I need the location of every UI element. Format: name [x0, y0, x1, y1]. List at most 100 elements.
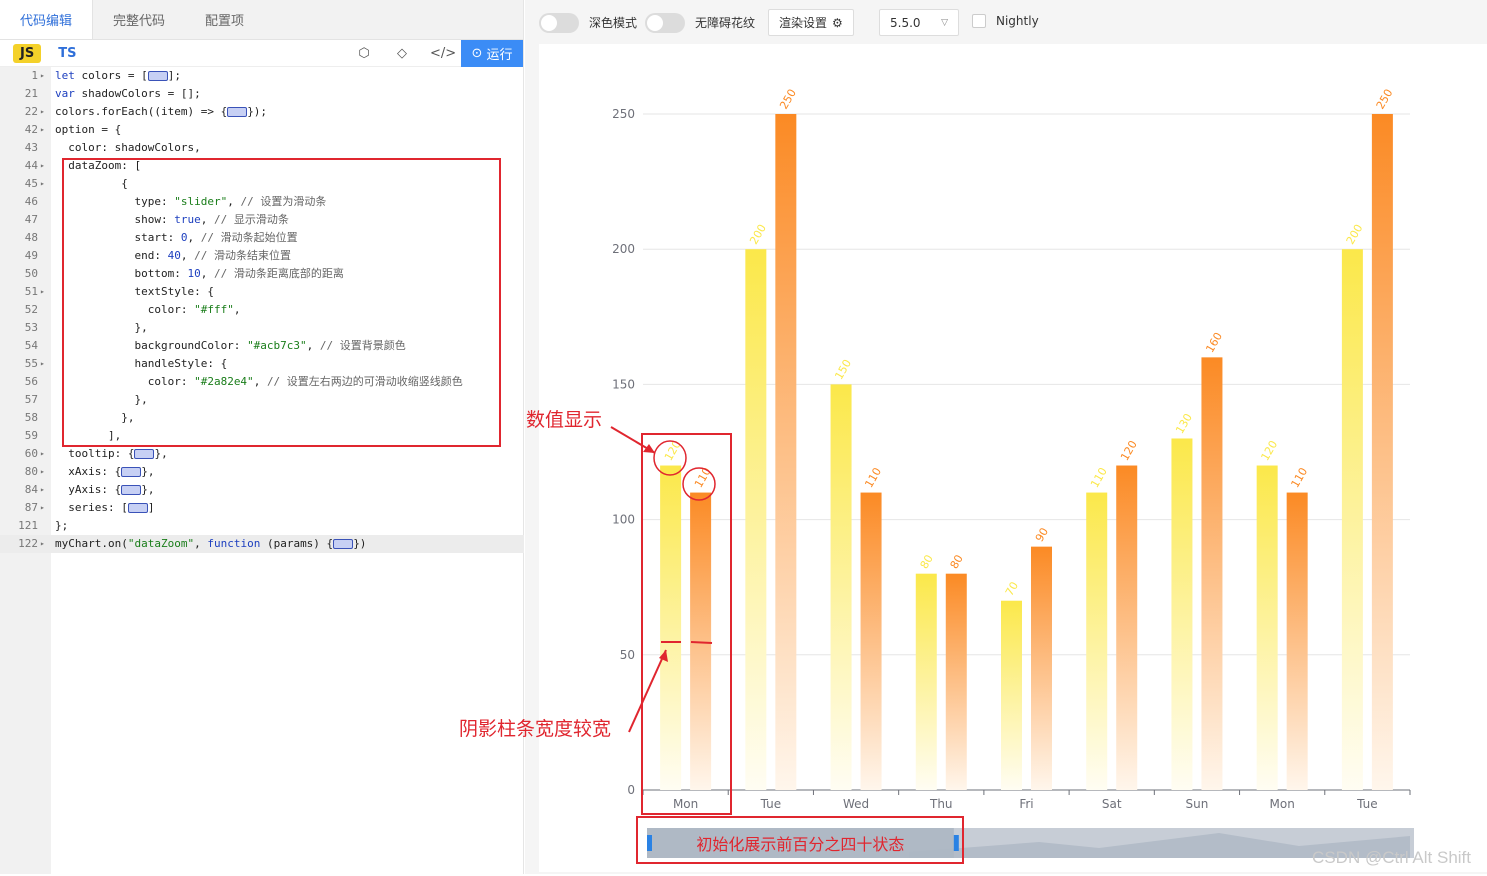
- line-number: 59: [24, 429, 38, 442]
- line-number: 43: [24, 141, 38, 154]
- fold-arrow-icon[interactable]: ▸: [40, 499, 45, 517]
- code-icon[interactable]: </>: [430, 44, 456, 64]
- preview-toolbar: 深色模式 无障碍花纹 渲染设置 ⚙ 5.5.0 ▽ Nightly: [525, 0, 1487, 44]
- codepen-icon[interactable]: ⬡: [354, 44, 374, 64]
- chart-card: 0 50 100 150 200 250 Mon 120 110 Tue 200 250 Wed 150 1…: [539, 44, 1487, 872]
- bar-value-label: 120: [1118, 438, 1140, 463]
- fold-arrow-icon[interactable]: ▸: [40, 175, 45, 193]
- fold-arrow-icon[interactable]: ▸: [40, 355, 45, 373]
- line-number: 122: [18, 537, 38, 550]
- code-text: color: shadowColors,: [55, 141, 201, 154]
- bar: [1371, 114, 1393, 790]
- code-editor-pane: 代码编辑 完整代码 配置项 JS TS ⬡ ◇ </> ⊙ 运行 1 ▸ let c…: [0, 0, 524, 874]
- accessible-pattern-toggle[interactable]: [645, 13, 685, 33]
- bar-chart[interactable]: 0 50 100 150 200 250 Mon 120 110 Tue 200 250 Wed 150 1…: [539, 44, 1487, 872]
- bar: [1001, 600, 1022, 790]
- fold-arrow-icon[interactable]: ▸: [40, 103, 45, 121]
- line-number: 42: [24, 123, 38, 136]
- fold-arrow-icon[interactable]: ▸: [40, 283, 45, 301]
- bar-value-label: 110: [1088, 465, 1110, 490]
- line-number: 121: [18, 519, 38, 532]
- y-tick-label: 50: [620, 648, 635, 662]
- bar-value-label: 80: [918, 553, 936, 572]
- code-line[interactable]: 80 ▸ xAxis: {},: [0, 463, 524, 481]
- y-tick-label: 150: [612, 377, 635, 391]
- bar-value-label: 160: [1203, 330, 1225, 355]
- code-text: option = {: [55, 123, 122, 136]
- code-text: xAxis: {},: [55, 465, 155, 478]
- line-number: 49: [24, 249, 38, 262]
- run-button[interactable]: ⊙ 运行: [461, 40, 523, 67]
- width-mark: [690, 641, 713, 644]
- bar-value-label: 80: [948, 553, 966, 572]
- y-tick-label: 100: [612, 513, 635, 527]
- accessible-pattern-label: 无障碍花纹: [695, 16, 756, 30]
- editor-toolbar: JS TS ⬡ ◇ </> ⊙ 运行: [0, 40, 523, 67]
- code-text: var shadowColors = [];: [55, 87, 201, 100]
- code-line[interactable]: 22 ▸ colors.forEach((item) => {});: [0, 103, 524, 121]
- code-line[interactable]: 87 ▸ series: []: [0, 499, 524, 517]
- line-number: 87: [24, 501, 38, 514]
- bar-value-label: 110: [1289, 465, 1311, 490]
- annotation-shadow-width: 阴影柱条宽度较宽: [459, 718, 612, 740]
- version-select[interactable]: 5.5.0 ▽: [879, 9, 959, 36]
- datazoom-right-handle: [953, 835, 959, 851]
- bar: [915, 573, 937, 790]
- dark-mode-label: 深色模式: [589, 16, 638, 30]
- bar-value-label: 150: [832, 357, 854, 382]
- fold-arrow-icon[interactable]: ▸: [40, 121, 45, 139]
- code-line[interactable]: 60 ▸ tooltip: {},: [0, 445, 524, 463]
- line-number: 1: [31, 69, 38, 82]
- arrow-head: [643, 444, 655, 453]
- y-tick-label: 0: [627, 783, 635, 797]
- code-text: series: []: [55, 501, 155, 514]
- tab-config[interactable]: 配置项: [185, 0, 264, 39]
- line-number: 48: [24, 231, 38, 244]
- dark-mode-toggle[interactable]: [539, 13, 579, 33]
- code-line[interactable]: 1 ▸ let colors = [];: [0, 67, 524, 85]
- bar: [1086, 492, 1108, 790]
- line-number: 55: [24, 357, 38, 370]
- x-tick-label: Mon: [1270, 797, 1295, 811]
- line-number: 21: [24, 87, 38, 100]
- code-line[interactable]: 121};: [0, 517, 524, 535]
- code-line[interactable]: 43 color: shadowColors,: [0, 139, 524, 157]
- tab-code-edit[interactable]: 代码编辑: [0, 0, 94, 39]
- ts-toggle[interactable]: TS: [51, 44, 83, 63]
- bar: [830, 384, 852, 790]
- line-number: 57: [24, 393, 38, 406]
- line-number: 45: [24, 177, 38, 190]
- codesandbox-icon[interactable]: ◇: [392, 44, 412, 64]
- line-number: 46: [24, 195, 38, 208]
- code-line[interactable]: 42 ▸ option = {: [0, 121, 524, 139]
- js-toggle[interactable]: JS: [13, 43, 42, 63]
- line-number: 60: [24, 447, 38, 460]
- run-label: 运行: [486, 48, 513, 63]
- code-line[interactable]: 84 ▸ yAxis: {},: [0, 481, 524, 499]
- fold-arrow-icon[interactable]: ▸: [40, 463, 45, 481]
- code-text: tooltip: {},: [55, 447, 168, 460]
- code-text: yAxis: {},: [55, 483, 155, 496]
- bar: [1116, 465, 1138, 790]
- fold-arrow-icon[interactable]: ▸: [40, 157, 45, 175]
- fold-arrow-icon[interactable]: ▸: [40, 535, 45, 553]
- y-tick-label: 200: [612, 242, 635, 256]
- fold-arrow-icon[interactable]: ▸: [40, 481, 45, 499]
- render-settings-button[interactable]: 渲染设置 ⚙: [768, 9, 854, 36]
- code-line[interactable]: 21 var shadowColors = [];: [0, 85, 524, 103]
- render-settings-label: 渲染设置: [779, 16, 828, 30]
- line-number: 84: [24, 483, 38, 496]
- code-text: let colors = [];: [55, 69, 181, 82]
- bar: [745, 249, 767, 790]
- bar: [660, 465, 682, 790]
- play-icon: ⊙: [471, 46, 483, 61]
- editor-tabs: 代码编辑 完整代码 配置项: [0, 0, 523, 40]
- tab-full-code[interactable]: 完整代码: [93, 0, 185, 39]
- fold-arrow-icon[interactable]: ▸: [40, 445, 45, 463]
- code-line[interactable]: 122 ▸ myChart.on("dataZoom", function (par…: [0, 535, 524, 553]
- nightly-checkbox[interactable]: [972, 14, 986, 28]
- code-text: myChart.on("dataZoom", function (params)…: [55, 537, 367, 550]
- x-tick-label: Sat: [1102, 797, 1122, 811]
- fold-arrow-icon[interactable]: ▸: [40, 67, 45, 85]
- code-text: colors.forEach((item) => {});: [55, 105, 268, 118]
